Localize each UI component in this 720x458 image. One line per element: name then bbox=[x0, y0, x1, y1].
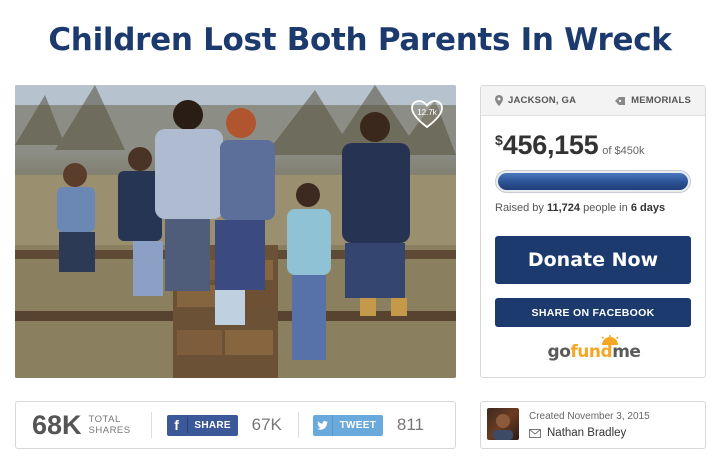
avatar[interactable] bbox=[487, 408, 519, 440]
total-shares-label: TOTAL SHARES bbox=[89, 414, 131, 436]
raised-prefix: Raised by bbox=[495, 202, 544, 214]
facebook-icon: f bbox=[167, 417, 188, 433]
envelope-icon bbox=[529, 428, 541, 438]
total-shares-count: 68K bbox=[32, 409, 82, 440]
gofundme-logo[interactable]: gofundme bbox=[481, 335, 707, 362]
organizer-card: Created November 3, 2015 Nathan Bradley bbox=[480, 401, 706, 449]
donation-card: JACKSON, GA MEMORIALS $ 456,155 of $450k… bbox=[480, 85, 706, 378]
progress-fill bbox=[498, 173, 688, 190]
twitter-icon bbox=[313, 414, 333, 436]
facebook-share-button[interactable]: f SHARE bbox=[166, 414, 238, 436]
tweet-button[interactable]: TWEET bbox=[312, 414, 383, 436]
organizer-link[interactable]: Nathan Bradley bbox=[529, 427, 626, 439]
campaign-photo[interactable]: 12.7k bbox=[15, 85, 456, 378]
logo-go: go bbox=[547, 342, 571, 362]
logo-me: me bbox=[612, 342, 641, 362]
tag-icon bbox=[615, 96, 626, 105]
category-label: MEMORIALS bbox=[631, 95, 691, 106]
total-label-line-1: TOTAL bbox=[88, 414, 121, 425]
people-count: 11,724 bbox=[546, 202, 581, 214]
location[interactable]: JACKSON, GA bbox=[495, 95, 576, 106]
page-title: Children Lost Both Parents In Wreck bbox=[48, 22, 672, 58]
heart-badge[interactable]: 12.7k bbox=[410, 99, 444, 129]
raised-summary: Raised by 11,724 people in 6 days bbox=[495, 202, 665, 214]
campaign-meta: JACKSON, GA MEMORIALS bbox=[481, 86, 705, 116]
location-pin-icon bbox=[495, 95, 503, 106]
goal-label: of $450k bbox=[602, 145, 645, 157]
total-label-line-2: SHARES bbox=[88, 425, 131, 436]
campaign-photo-illustration bbox=[15, 85, 456, 378]
days-count: 6 days bbox=[630, 202, 666, 214]
divider bbox=[297, 412, 299, 438]
currency-symbol: $ bbox=[495, 132, 503, 148]
divider bbox=[150, 412, 152, 438]
created-date: Created November 3, 2015 bbox=[529, 411, 650, 422]
facebook-share-label: SHARE bbox=[194, 419, 231, 431]
people-suffix: people in bbox=[583, 202, 628, 214]
heart-count: 12.7k bbox=[417, 108, 437, 117]
category[interactable]: MEMORIALS bbox=[615, 95, 691, 106]
facebook-share-count: 67K bbox=[251, 415, 282, 434]
logo-fund: fund bbox=[570, 342, 613, 362]
share-bar: 68K TOTAL SHARES f SHARE 67K TWEET 811 bbox=[15, 401, 456, 449]
tweet-count: 811 bbox=[396, 415, 424, 434]
organizer-name: Nathan Bradley bbox=[547, 427, 627, 439]
logo-sun-icon bbox=[601, 335, 619, 345]
amount-value: 456,155 bbox=[502, 130, 599, 160]
progress-bar bbox=[495, 170, 691, 193]
amount-raised: $ 456,155 of $450k bbox=[495, 130, 645, 161]
share-on-facebook-button[interactable]: SHARE ON FACEBOOK bbox=[495, 298, 691, 327]
donate-now-button[interactable]: Donate Now bbox=[495, 236, 691, 284]
tweet-label: TWEET bbox=[339, 419, 377, 431]
location-label: JACKSON, GA bbox=[508, 95, 577, 106]
